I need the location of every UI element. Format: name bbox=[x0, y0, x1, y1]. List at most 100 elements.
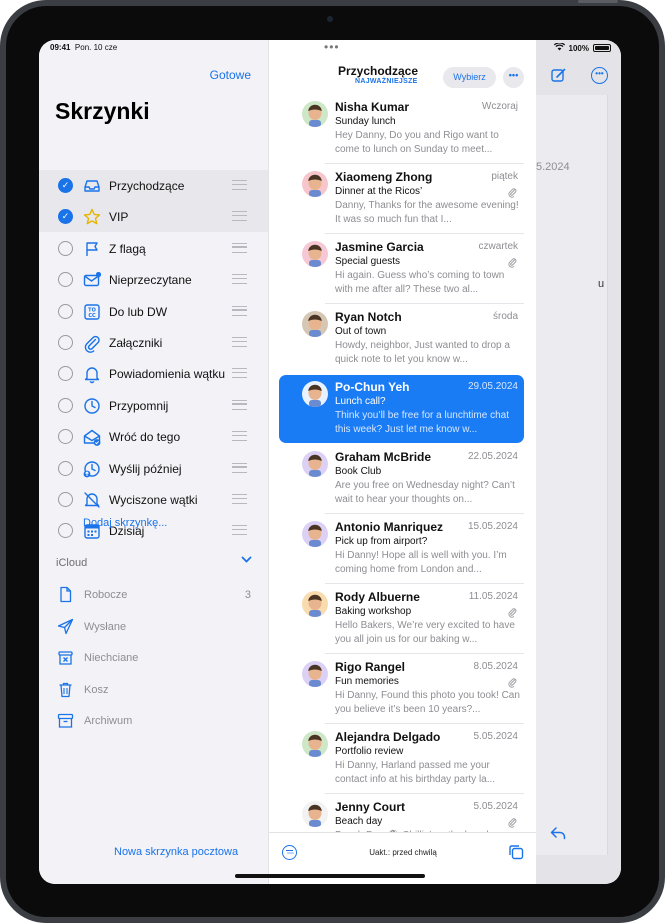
message-preview: Danny, Thanks for the awesome evening! I… bbox=[335, 200, 519, 225]
battery-icon bbox=[593, 44, 611, 52]
message-row[interactable]: Nisha Kumar Wczoraj Sunday lunch Hey Danny,… bbox=[279, 95, 524, 164]
row-divider bbox=[325, 723, 524, 724]
compose-icon[interactable] bbox=[551, 68, 566, 83]
message-row[interactable]: Rody Albuerne 11.05.2024 Baking workshop He… bbox=[279, 585, 524, 654]
chevron-down-icon[interactable] bbox=[241, 555, 252, 567]
message-list-column: ••• Przychodzące NAJWAŻNIEJSZE Wybierz •… bbox=[268, 40, 537, 884]
new-mailbox-button[interactable]: Nowa skrzynka pocztowa bbox=[114, 846, 238, 858]
mailbox-row[interactable]: TO CC Do lub DW bbox=[39, 296, 268, 327]
message-row[interactable]: Alejandra Delgado 5.05.2024 Portfolio revi… bbox=[279, 725, 524, 794]
message-row[interactable]: Jasmine Garcia czwartek Special guests Hi a… bbox=[279, 235, 524, 304]
mailbox-row[interactable]: Powiadomienia wątku bbox=[39, 358, 268, 389]
row-divider bbox=[325, 513, 524, 514]
home-indicator[interactable] bbox=[235, 874, 425, 878]
detail-more-icon[interactable]: ••• bbox=[591, 67, 608, 84]
done-button[interactable]: Gotowe bbox=[210, 68, 251, 82]
draft-document-icon bbox=[57, 586, 74, 603]
reorder-handle-icon[interactable] bbox=[232, 494, 247, 504]
message-row[interactable]: Ryan Notch środa Out of town Howdy, neighbo… bbox=[279, 305, 524, 373]
ipad-frame: Gotowe Skrzynki ✓ Przychodzące ✓ VIP Z flagą… bbox=[0, 0, 665, 923]
icloud-folder-row[interactable]: Niechciane bbox=[39, 647, 268, 671]
unchecked-circle[interactable] bbox=[58, 397, 73, 413]
mailbox-label: Załączniki bbox=[109, 336, 163, 350]
inbox-icon bbox=[82, 176, 102, 196]
message-preview: Hi again. Guess who’s coming to town wit… bbox=[335, 270, 505, 295]
icloud-folder-label: Archiwum bbox=[84, 715, 133, 727]
message-subject: Dinner at the Ricos’ bbox=[335, 186, 423, 197]
icloud-folder-row[interactable]: Archiwum bbox=[39, 710, 268, 734]
message-row[interactable]: Xiaomeng Zhong piątek Dinner at the Ricos’… bbox=[279, 165, 524, 234]
message-row[interactable]: Rigo Rangel 8.05.2024 Fun memories Hi Danny… bbox=[279, 655, 524, 724]
message-preview: Howdy, neighbor, Just wanted to drop a q… bbox=[335, 340, 510, 365]
checkmark-icon[interactable]: ✓ bbox=[58, 178, 73, 193]
junk-box-icon bbox=[57, 649, 74, 666]
mailbox-row[interactable]: ✓ Przychodzące bbox=[39, 170, 268, 201]
unchecked-circle[interactable] bbox=[58, 240, 73, 256]
multitasking-dots-icon[interactable]: ••• bbox=[324, 40, 340, 54]
mailbox-row[interactable]: Wróć do tego bbox=[39, 421, 268, 452]
unchecked-circle[interactable] bbox=[58, 523, 73, 539]
checkmark-icon[interactable]: ✓ bbox=[58, 209, 73, 225]
unchecked-circle[interactable] bbox=[58, 335, 73, 350]
unchecked-circle[interactable] bbox=[58, 460, 73, 476]
message-date: środa bbox=[492, 311, 518, 322]
message-subject: Lunch call? bbox=[335, 396, 386, 407]
reorder-handle-icon[interactable] bbox=[232, 368, 247, 379]
message-subject: Book Club bbox=[335, 466, 382, 477]
reorder-handle-icon[interactable] bbox=[232, 399, 247, 410]
message-date: 5.05.2024 bbox=[473, 731, 519, 742]
more-icon[interactable]: ••• bbox=[503, 67, 524, 88]
stack-icon[interactable] bbox=[508, 844, 524, 860]
follow-up-envelope-icon bbox=[82, 427, 102, 447]
send-later-icon bbox=[82, 459, 102, 479]
message-row[interactable]: Graham McBride 22.05.2024 Book Club Are you… bbox=[279, 445, 524, 514]
reorder-handle-icon[interactable] bbox=[232, 180, 247, 190]
paperclip-icon bbox=[508, 257, 517, 270]
reorder-handle-icon[interactable] bbox=[232, 305, 247, 316]
sender-name: Antonio Manriquez bbox=[335, 520, 443, 534]
sender-name: Jenny Court bbox=[335, 800, 406, 814]
message-row[interactable]: Jenny Court5.05.2024Beach dayBeach Day 🏖… bbox=[279, 795, 524, 832]
list-filter-subtitle[interactable]: NAJWAŻNIEJSZE bbox=[355, 78, 418, 85]
mailbox-row[interactable]: ✓ VIP bbox=[39, 201, 268, 233]
list-title: Przychodzące bbox=[338, 64, 419, 78]
reorder-handle-icon[interactable] bbox=[232, 274, 247, 285]
mailbox-label: Nieprzeczytane bbox=[109, 273, 192, 288]
wifi-icon bbox=[553, 42, 565, 53]
reorder-handle-icon[interactable] bbox=[232, 462, 247, 473]
svg-text:CC: CC bbox=[88, 313, 96, 319]
unchecked-circle[interactable] bbox=[58, 492, 73, 507]
message-row[interactable]: Antonio Manriquez 15.05.2024 Pick up from … bbox=[279, 515, 524, 584]
select-button[interactable]: Wybierz bbox=[443, 67, 496, 88]
reply-icon[interactable] bbox=[550, 826, 566, 840]
mailbox-row[interactable]: Przypomnij bbox=[39, 390, 268, 421]
reorder-handle-icon[interactable] bbox=[232, 525, 247, 536]
to-cc-icon: TO CC bbox=[82, 302, 102, 322]
unchecked-circle[interactable] bbox=[58, 366, 73, 382]
message-detail-pane: ••• 5.2024 u bbox=[536, 40, 621, 884]
reorder-handle-icon[interactable] bbox=[232, 337, 247, 347]
icloud-folder-row[interactable]: Kosz bbox=[39, 679, 268, 703]
message-date: 8.05.2024 bbox=[473, 661, 519, 672]
unchecked-circle[interactable] bbox=[58, 429, 73, 445]
mailbox-label: Do lub DW bbox=[109, 304, 168, 319]
unchecked-circle[interactable] bbox=[58, 272, 73, 288]
add-mailbox-button[interactable]: Dodaj skrzynkę... bbox=[83, 517, 167, 529]
reorder-handle-icon[interactable] bbox=[232, 431, 247, 442]
reorder-handle-icon[interactable] bbox=[232, 242, 247, 253]
icloud-folder-row[interactable]: Robocze 3 bbox=[39, 584, 268, 608]
mailbox-row[interactable]: Załączniki bbox=[39, 327, 268, 358]
mailbox-row[interactable]: Wyślij później bbox=[39, 453, 268, 484]
unchecked-circle[interactable] bbox=[58, 303, 73, 319]
mailbox-row[interactable]: Z flagą bbox=[39, 233, 268, 264]
sender-name: Graham McBride bbox=[335, 450, 432, 464]
reorder-handle-icon[interactable] bbox=[232, 211, 247, 222]
message-row[interactable]: Po-Chun Yeh 29.05.2024 Lunch call? Think yo… bbox=[279, 375, 524, 443]
mailbox-row[interactable]: Wyciszone wątki bbox=[39, 484, 268, 515]
mailbox-row[interactable]: Nieprzeczytane bbox=[39, 264, 268, 295]
message-date: 11.05.2024 bbox=[468, 591, 518, 602]
row-divider bbox=[325, 303, 524, 304]
avatar bbox=[302, 731, 328, 757]
icloud-folder-row[interactable]: Wysłane bbox=[39, 616, 268, 640]
paperclip-icon bbox=[508, 187, 517, 200]
